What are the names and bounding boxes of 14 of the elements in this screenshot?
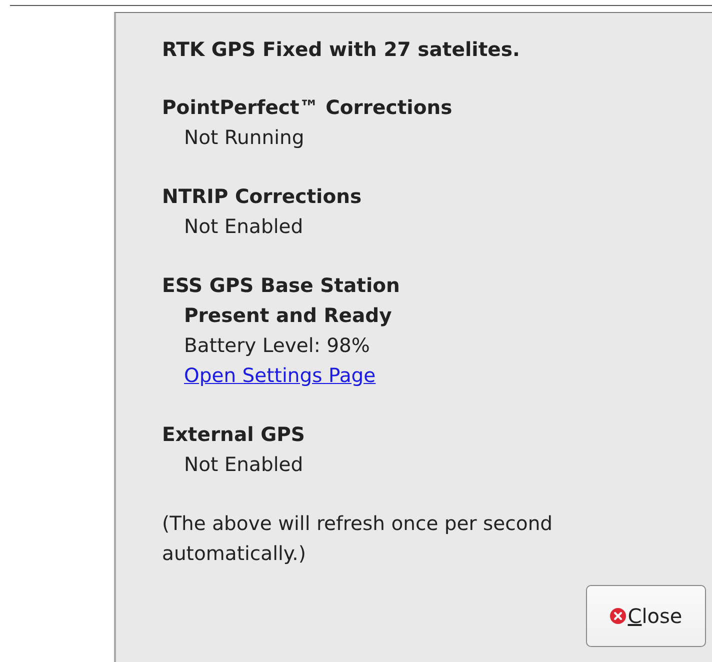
status-title: RTK GPS Fixed with 27 satelites.: [162, 37, 521, 63]
status-text: Present and Ready: [184, 303, 392, 329]
status-text: Not Running: [184, 125, 304, 151]
refresh-note: (The above will refresh once per second automatically.): [162, 511, 554, 567]
close-button[interactable]: Close: [586, 585, 706, 647]
status-text: Not Enabled: [184, 452, 304, 478]
settings-link[interactable]: Open Settings Page: [184, 361, 376, 391]
status-text: Not Enabled: [184, 214, 304, 240]
close-icon: [610, 608, 626, 624]
section-heading: NTRIP Corrections: [162, 184, 362, 210]
status-text: Battery Level: 98%: [184, 333, 370, 359]
section-heading: ESS GPS Base Station: [162, 273, 400, 299]
section-heading: External GPS: [162, 422, 305, 448]
section-heading: PointPerfect™ Corrections: [162, 95, 452, 121]
